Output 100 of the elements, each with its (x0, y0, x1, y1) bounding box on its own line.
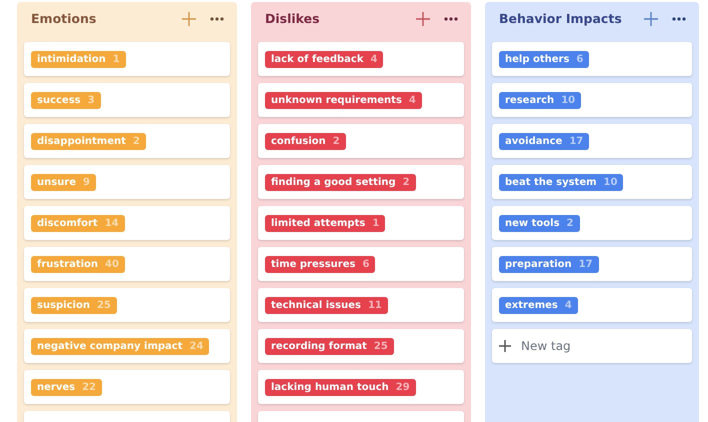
tag-chip[interactable]: avoidance 17 (499, 132, 590, 150)
tag-label: help others (505, 54, 570, 64)
tag-label: unsure (37, 176, 76, 188)
tag-count: 22 (82, 382, 96, 392)
tag-card[interactable]: technical issues 11 (258, 288, 464, 322)
tag-chip[interactable]: intimidation 1 (31, 50, 126, 68)
tag-card[interactable]: nerves 22 (24, 370, 230, 404)
tag-count: 2 (402, 176, 410, 188)
tag-chip[interactable]: recording format 25 (265, 338, 394, 354)
tag-chip[interactable]: frustration 40 (31, 256, 125, 272)
tag-chip[interactable]: finding a good setting 2 (265, 174, 416, 190)
tag-chip[interactable]: suspicion 25 (31, 296, 117, 314)
tag-chip[interactable]: beat the system 10 (499, 174, 624, 190)
tag-label: time pressures (271, 258, 356, 270)
tag-chip[interactable]: help others 6 (499, 50, 590, 68)
tag-count: 29 (396, 382, 410, 392)
tag-count: 9 (83, 176, 90, 188)
tag-card[interactable]: research 10 (492, 83, 692, 117)
tag-chip[interactable]: nerves 22 (31, 378, 102, 396)
tag-card[interactable]: intimidation 1 (24, 42, 230, 76)
add-icon[interactable] (416, 12, 430, 26)
tag-count: 4 (370, 54, 378, 64)
tag-chip[interactable]: technical issues 11 (265, 296, 388, 314)
tag-count: 2 (566, 218, 574, 228)
tag-chip[interactable]: extremes 4 (499, 296, 578, 314)
tag-card[interactable]: lack of feedback 4 (258, 42, 464, 76)
tag-card[interactable]: avoidance 17 (492, 124, 692, 158)
tag-chip[interactable]: limited attempts 1 (265, 214, 386, 232)
add-icon[interactable] (644, 12, 658, 26)
tag-count: 25 (96, 300, 111, 310)
tag-card[interactable]: suspicion 25 (24, 288, 230, 322)
tag-count: 14 (104, 218, 119, 228)
tag-label: lacking human touch (271, 382, 389, 392)
tag-label: new tools (505, 218, 560, 228)
tag-count: 1 (372, 218, 380, 228)
tag-count: 2 (132, 136, 140, 146)
tag-card[interactable]: unsure 9 (24, 165, 230, 199)
tag-label: extremes (505, 300, 558, 310)
tag-count: 11 (368, 300, 382, 310)
tag-label: nerves (37, 382, 76, 392)
tag-card[interactable]: help others 6 (492, 42, 692, 76)
tag-label: frustration (37, 258, 98, 270)
new-tag-button[interactable]: New tag (492, 329, 692, 363)
tag-chip[interactable]: success 3 (31, 92, 101, 108)
tag-chip[interactable]: new tools 2 (499, 214, 580, 232)
tag-card[interactable]: extremes 4 (492, 288, 692, 322)
tag-label: research (505, 94, 554, 106)
tag-label: success (37, 94, 81, 106)
tag-label: disappointment (37, 136, 126, 146)
tag-card[interactable]: recording format 25 (258, 329, 464, 363)
add-icon[interactable] (182, 12, 196, 26)
tag-chip[interactable]: discomfort 14 (31, 214, 125, 232)
tag-count: 6 (362, 258, 370, 270)
tag-card[interactable]: disappointment 2 (24, 124, 230, 158)
tag-label: beat the system (505, 176, 597, 188)
tag-card[interactable]: discomfort 14 (24, 206, 230, 240)
tag-label: unknown requirements (271, 94, 402, 106)
tag-card[interactable]: frustration 40 (24, 247, 230, 281)
tag-label: negative company impact (37, 340, 183, 352)
tag-chip[interactable]: negative company impact 24 (31, 338, 210, 354)
tag-card[interactable]: unknown requirements 4 (258, 83, 464, 117)
tag-count: 17 (569, 136, 584, 146)
tag-count: 4 (408, 94, 416, 106)
tag-label: avoidance (505, 136, 562, 146)
tag-count: 4 (564, 300, 572, 310)
tag-count: 6 (576, 54, 584, 64)
tag-card[interactable]: limited attempts 1 (258, 206, 464, 240)
tag-label: discomfort (37, 218, 98, 228)
tag-chip[interactable]: unsure 9 (31, 174, 96, 190)
tag-card[interactable]: preparation 17 (492, 247, 692, 281)
tag-count: 17 (578, 258, 593, 270)
tag-label: recording format (271, 340, 367, 352)
tag-chip[interactable]: preparation 17 (499, 256, 599, 272)
tag-count: 25 (374, 340, 388, 352)
more-icon[interactable] (210, 16, 224, 20)
tag-card[interactable]: lacking human touch 29 (258, 370, 464, 404)
tag-label: confusion (271, 136, 326, 146)
tag-chip[interactable]: lacking human touch 29 (265, 378, 416, 396)
tag-chip[interactable]: research 10 (499, 92, 582, 108)
tag-count: 3 (88, 94, 95, 106)
tag-card[interactable]: negative company impact 24 (24, 329, 230, 363)
tag-card[interactable]: time pressures 6 (258, 247, 464, 281)
tag-label: preparation (505, 258, 572, 270)
tag-chip[interactable]: time pressures 6 (265, 256, 376, 272)
tag-chip[interactable]: disappointment 2 (31, 132, 146, 150)
column-title: Emotions (31, 11, 98, 26)
more-icon[interactable] (444, 16, 458, 20)
tag-chip[interactable]: lack of feedback 4 (265, 50, 384, 68)
tag-count: 1 (112, 54, 120, 64)
more-icon[interactable] (672, 16, 686, 20)
tag-card[interactable]: confusion 2 (258, 124, 464, 158)
tag-card[interactable]: beat the system 10 (492, 165, 692, 199)
tag-label: lack of feedback (271, 54, 364, 64)
tag-card[interactable]: finding a good setting 2 (258, 165, 464, 199)
tag-card[interactable]: success 3 (24, 83, 230, 117)
tag-chip[interactable]: unknown requirements 4 (265, 92, 422, 108)
tag-count: 10 (561, 94, 576, 106)
tag-chip[interactable]: confusion 2 (265, 132, 346, 150)
tag-card[interactable]: new tools 2 (492, 206, 692, 240)
column-title: Behavior Impacts (499, 11, 623, 26)
